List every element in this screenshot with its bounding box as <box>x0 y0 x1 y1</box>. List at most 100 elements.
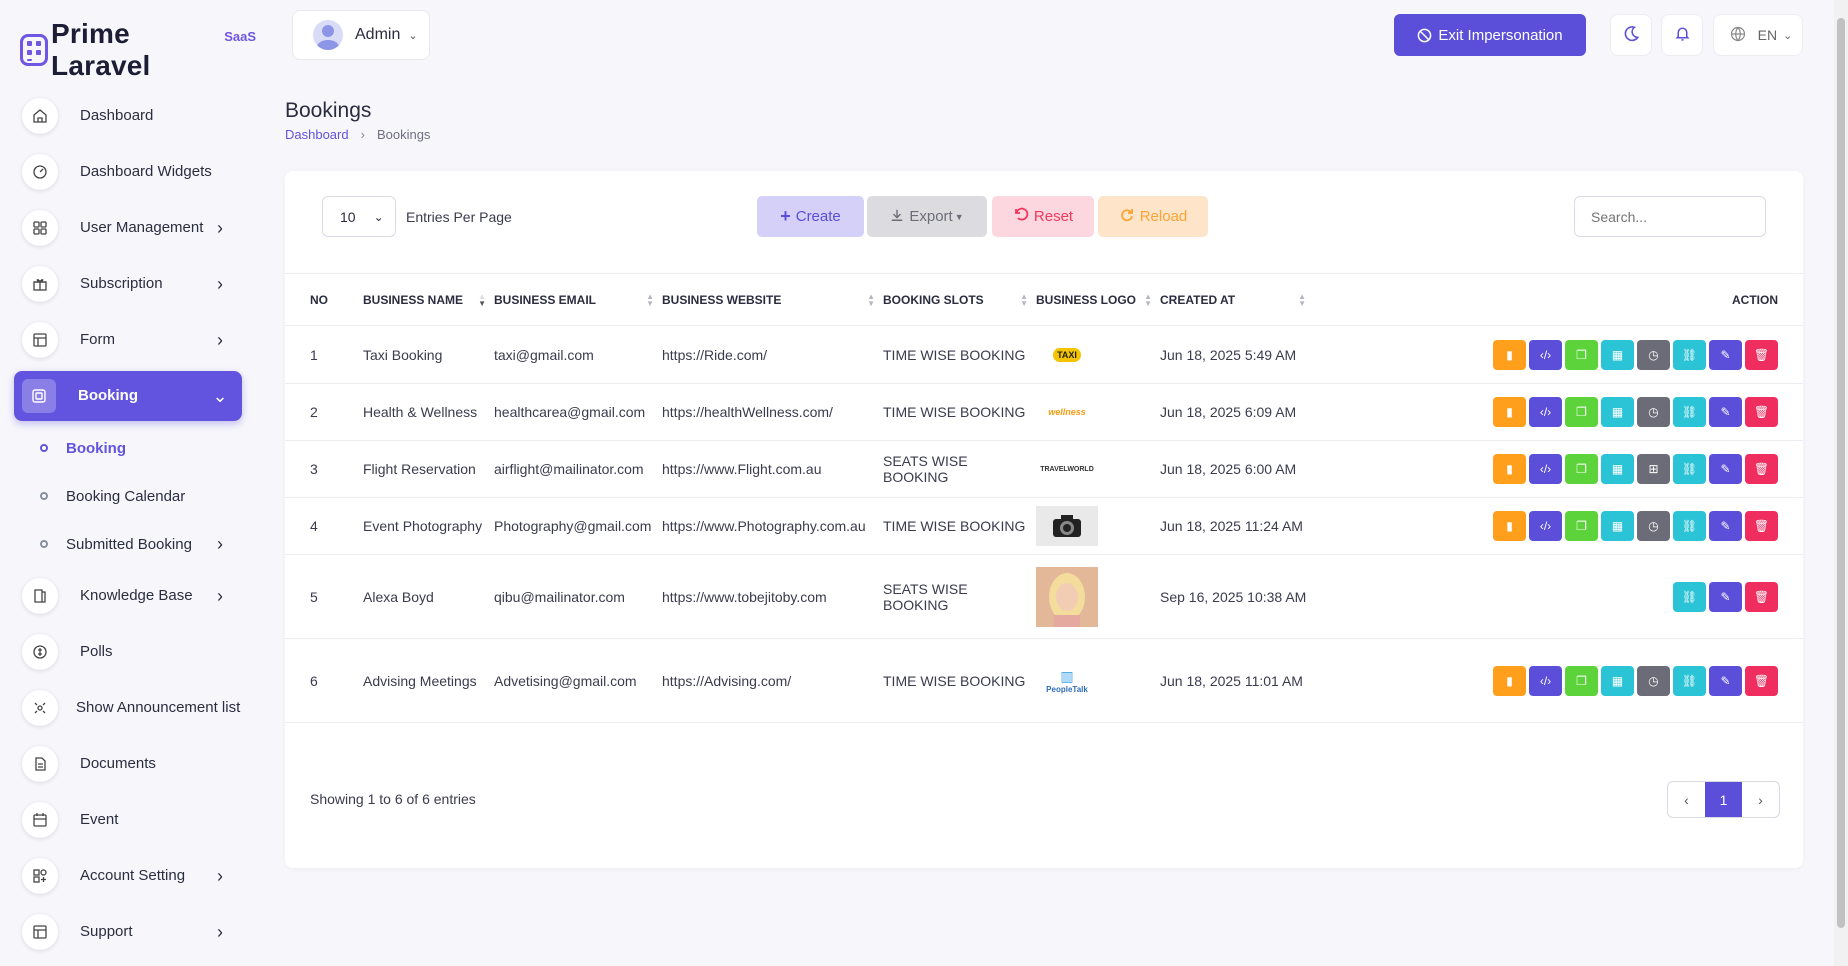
announcement-icon <box>22 690 58 726</box>
clipboard-action-button[interactable]: ▮ <box>1493 511 1526 541</box>
sidebar-item-form[interactable]: Form › <box>14 312 242 368</box>
grid-action-button[interactable]: ▦ <box>1601 397 1634 427</box>
brand[interactable]: Prime Laravel SaaS <box>20 18 256 82</box>
embed-code-action-button[interactable]: ‹/› <box>1529 339 1562 370</box>
schedule-action-button[interactable]: ◷ <box>1637 665 1670 696</box>
edit-action-button[interactable]: ✎ <box>1709 339 1742 370</box>
sidebar-item-dashboard[interactable]: Dashboard <box>14 88 242 144</box>
delete-action-button[interactable]: 🗑 <box>1745 454 1778 484</box>
column-header[interactable]: BUSINESS NAME ▲ ▼ <box>363 274 494 326</box>
seats-action-button[interactable]: ⊞ <box>1637 454 1670 484</box>
delete-action-button[interactable]: 🗑 <box>1745 581 1778 612</box>
sidebar-item-announcements[interactable]: Show Announcement list <box>14 680 242 736</box>
edit-action-button[interactable]: ✎ <box>1709 581 1742 612</box>
grid-action-button[interactable]: ▦ <box>1601 454 1634 484</box>
user-menu[interactable]: Admin ⌄ <box>292 10 430 60</box>
link-action-button[interactable]: ⛓ <box>1673 454 1706 484</box>
copy-action-button[interactable]: ❐ <box>1565 511 1598 541</box>
copy-action-button[interactable]: ❐ <box>1565 339 1598 370</box>
clipboard-action-button[interactable]: ▮ <box>1493 397 1526 427</box>
column-header[interactable]: BUSINESS LOGO ▲ ▼ <box>1036 274 1160 326</box>
copy-icon: ❐ <box>1576 673 1587 688</box>
next-page-button[interactable]: › <box>1742 782 1779 817</box>
copy-action-button[interactable]: ❐ <box>1565 665 1598 696</box>
edit-action-button[interactable]: ✎ <box>1709 665 1742 696</box>
sidebar-item-user-management[interactable]: User Management › <box>14 200 242 256</box>
link-action-button[interactable]: ⛓ <box>1673 665 1706 696</box>
clipboard-action-button[interactable]: ▮ <box>1493 339 1526 370</box>
sidebar-item-event[interactable]: Event <box>14 792 242 848</box>
clipboard-action-button[interactable]: ▮ <box>1493 454 1526 484</box>
edit-action-button[interactable]: ✎ <box>1709 397 1742 427</box>
language-selector[interactable]: EN ⌄ <box>1713 14 1803 56</box>
link-action-button[interactable]: ⛓ <box>1673 511 1706 541</box>
exit-impersonation-button[interactable]: Exit Impersonation <box>1394 14 1586 56</box>
sidebar-item-support[interactable]: Support › <box>14 904 242 960</box>
sidebar-item-label: Subscription <box>80 275 163 292</box>
delete-action-button[interactable]: 🗑 <box>1745 665 1778 696</box>
link-icon: ⛓ <box>1681 347 1698 362</box>
column-header[interactable]: CREATED AT ▲ ▼ <box>1160 274 1314 326</box>
business-logo-image: TAXI <box>1036 335 1098 375</box>
column-header[interactable]: NO <box>285 274 363 326</box>
sidebar-item-account-setting[interactable]: Account Setting › <box>14 848 242 904</box>
grid-action-button[interactable]: ▦ <box>1601 665 1634 696</box>
breadcrumb-home-link[interactable]: Dashboard <box>285 127 349 142</box>
schedule-action-button[interactable]: ◷ <box>1637 397 1670 427</box>
schedule-action-button[interactable]: ◷ <box>1637 511 1670 541</box>
reload-button[interactable]: Reload <box>1098 196 1208 237</box>
sidebar-item-booking[interactable]: Booking ⌄ <box>14 371 242 421</box>
calendar-icon <box>22 802 58 838</box>
column-header[interactable]: BUSINESS WEBSITE ▲ ▼ <box>662 274 883 326</box>
sidebar-subitem-submitted-booking[interactable]: Submitted Booking › <box>14 520 242 568</box>
cell-no: 6 <box>310 672 318 689</box>
page-button[interactable]: 1 <box>1705 782 1742 817</box>
export-button[interactable]: Export ▼ <box>867 196 987 237</box>
create-button[interactable]: + Create <box>757 196 864 237</box>
clipboard-action-button[interactable]: ▮ <box>1493 665 1526 696</box>
user-name: Admin <box>355 26 401 43</box>
reset-button[interactable]: Reset <box>992 196 1094 237</box>
link-action-button[interactable]: ⛓ <box>1673 339 1706 370</box>
sidebar-item-knowledge-base[interactable]: Knowledge Base › <box>14 568 242 624</box>
entries-per-page-select[interactable]: 10 ⌄ <box>322 196 396 237</box>
page-scrollbar[interactable] <box>1834 0 1848 966</box>
delete-action-button[interactable]: 🗑 <box>1745 511 1778 541</box>
scrollbar-thumb[interactable] <box>1837 18 1845 928</box>
sidebar-item-dashboard-widgets[interactable]: Dashboard Widgets <box>14 144 242 200</box>
grid-icon: ▦ <box>1611 462 1624 476</box>
sidebar-item-label: Dashboard <box>80 107 154 124</box>
sidebar-item-label: Support <box>80 923 133 940</box>
prev-page-button[interactable]: ‹ <box>1668 782 1705 817</box>
embed-code-action-button[interactable]: ‹/› <box>1529 665 1562 696</box>
sidebar-subitem-label: Booking <box>66 439 126 457</box>
sidebar-item-documents[interactable]: Documents <box>14 736 242 792</box>
delete-action-button[interactable]: 🗑 <box>1745 397 1778 427</box>
theme-toggle-button[interactable] <box>1610 14 1652 56</box>
cell-actions: ⛓ ✎ 🗑 <box>1314 555 1803 639</box>
link-action-button[interactable]: ⛓ <box>1673 397 1706 427</box>
column-header[interactable]: BOOKING SLOTS ▲ ▼ <box>883 274 1036 326</box>
schedule-action-button[interactable]: ◷ <box>1637 339 1670 370</box>
copy-action-button[interactable]: ❐ <box>1565 397 1598 427</box>
delete-action-button[interactable]: 🗑 <box>1745 339 1778 370</box>
notifications-button[interactable] <box>1661 14 1703 56</box>
sidebar-subitem-booking[interactable]: Booking <box>14 424 242 472</box>
embed-code-action-button[interactable]: ‹/› <box>1529 397 1562 427</box>
sort-icon: ▲ ▼ <box>1020 292 1028 308</box>
edit-action-button[interactable]: ✎ <box>1709 454 1742 484</box>
sidebar-item-subscription[interactable]: Subscription › <box>14 256 242 312</box>
pagination: ‹ 1 › <box>1667 781 1780 818</box>
column-header[interactable]: BUSINESS EMAIL ▲ ▼ <box>494 274 662 326</box>
grid-action-button[interactable]: ▦ <box>1601 511 1634 541</box>
embed-code-action-button[interactable]: ‹/› <box>1529 454 1562 484</box>
grid-action-button[interactable]: ▦ <box>1601 339 1634 370</box>
cell-business-email: Photography@gmail.com <box>494 518 652 534</box>
sidebar-item-polls[interactable]: Polls <box>14 624 242 680</box>
search-input[interactable] <box>1574 196 1766 237</box>
embed-code-action-button[interactable]: ‹/› <box>1529 511 1562 541</box>
edit-action-button[interactable]: ✎ <box>1709 511 1742 541</box>
copy-action-button[interactable]: ❐ <box>1565 454 1598 484</box>
link-action-button[interactable]: ⛓ <box>1673 581 1706 612</box>
sidebar-subitem-booking-calendar[interactable]: Booking Calendar <box>14 472 242 520</box>
